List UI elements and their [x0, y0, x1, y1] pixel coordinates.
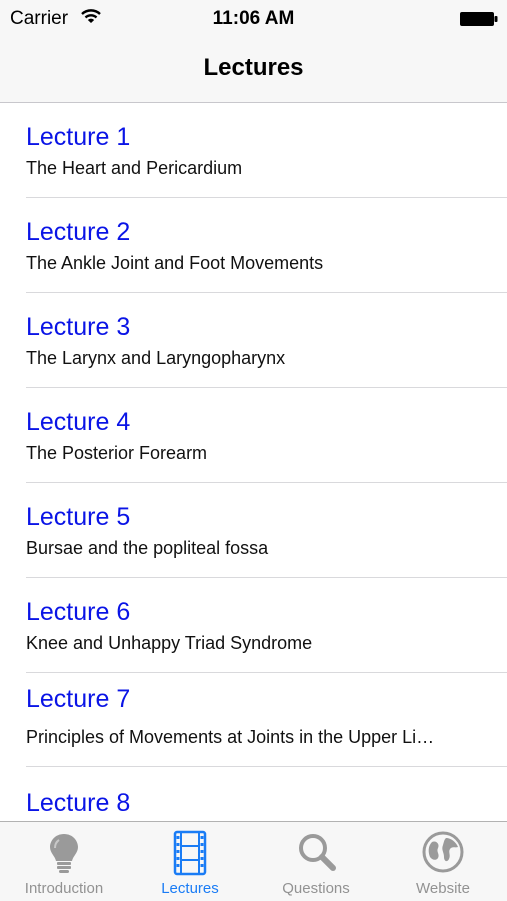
lecture-title: Lecture 4 [26, 408, 131, 436]
lecture-subtitle: The Larynx and Laryngopharynx [26, 348, 286, 368]
lecture-row[interactable]: Lecture 5 Bursae and the popliteal fossa [0, 483, 507, 578]
search-icon [291, 830, 341, 876]
page-title: Lectures [203, 54, 304, 81]
lecture-title: Lecture 7 [26, 685, 131, 713]
tab-introduction[interactable]: Introduction [1, 822, 127, 901]
lecture-title: Lecture 1 [26, 123, 131, 151]
tab-label: Introduction [24, 880, 104, 897]
navigation-bar: Lectures [0, 38, 507, 103]
lecture-subtitle: Bursae and the popliteal fossa [26, 538, 269, 558]
lecture-row[interactable]: Lecture 2 The Ankle Joint and Foot Movem… [0, 198, 507, 293]
lecture-subtitle: Knee and Unhappy Triad Syndrome [26, 633, 313, 653]
lecture-row[interactable]: Lecture 3 The Larynx and Laryngopharynx [0, 293, 507, 388]
lecture-row[interactable]: Lecture 1 The Heart and Pericardium [0, 103, 507, 198]
lecture-subtitle: The Heart and Pericardium [26, 158, 243, 178]
lecture-title: Lecture 2 [26, 218, 131, 246]
lecture-row[interactable]: Lecture 6 Knee and Unhappy Triad Syndrom… [0, 578, 507, 673]
tab-bar: Introduction Lectures Questions Website [0, 821, 507, 901]
status-time: 11:06 AM [212, 8, 295, 29]
battery-icon [459, 10, 499, 33]
lecture-row[interactable]: Lecture 8 [0, 767, 507, 821]
lecture-title: Lecture 3 [26, 313, 131, 341]
tab-website[interactable]: Website [380, 822, 506, 901]
tab-lectures[interactable]: Lectures [127, 822, 253, 901]
lecture-subtitle: The Posterior Forearm [26, 443, 208, 463]
tab-label: Lectures [161, 880, 219, 897]
lightbulb-icon [39, 830, 89, 876]
lecture-row[interactable]: Lecture 4 The Posterior Forearm [0, 388, 507, 483]
tab-label: Questions [282, 880, 350, 897]
lecture-row[interactable]: Lecture 7 Principles of Movements at Joi… [0, 671, 507, 767]
lecture-title: Lecture 6 [26, 598, 131, 626]
tab-questions[interactable]: Questions [253, 822, 379, 901]
lecture-subtitle: The Ankle Joint and Foot Movements [26, 253, 324, 273]
status-bar: Carrier 11:06 AM [0, 0, 507, 38]
lecture-subtitle: Principles of Movements at Joints in the… [26, 727, 435, 747]
lecture-list[interactable]: Lecture 1 The Heart and Pericardium Lect… [0, 103, 507, 821]
film-strip-icon [165, 830, 215, 876]
lecture-title: Lecture 8 [26, 789, 131, 817]
lecture-title: Lecture 5 [26, 503, 131, 531]
tab-label: Website [416, 880, 470, 897]
globe-icon [418, 830, 468, 876]
